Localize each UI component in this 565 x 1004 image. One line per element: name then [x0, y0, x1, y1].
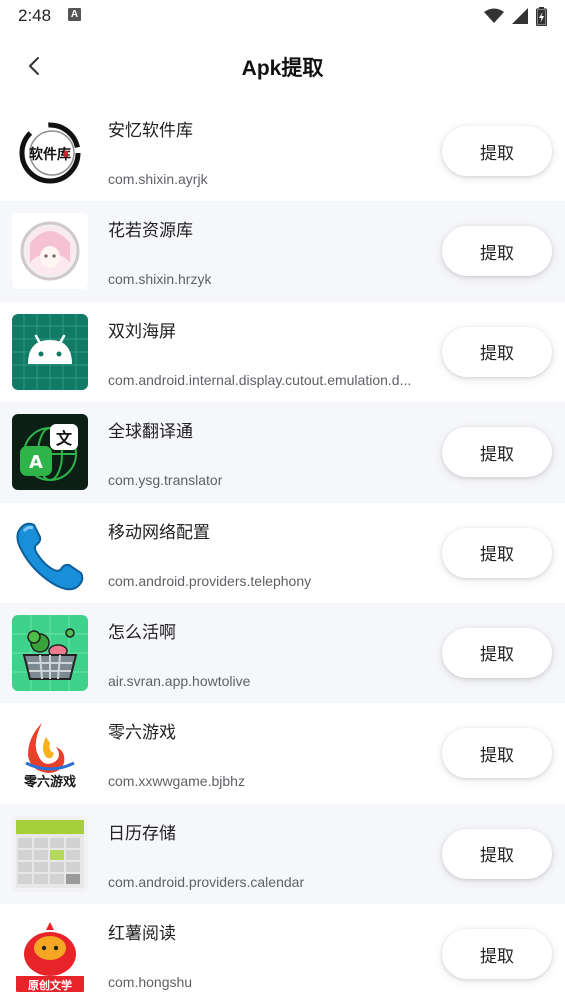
wifi-icon	[484, 8, 504, 23]
app-name: 全球翻译通	[108, 422, 193, 442]
extract-button[interactable]: 提取	[442, 326, 552, 377]
extract-button[interactable]: 提取	[442, 929, 552, 980]
app-name: 红薯阅读	[108, 924, 176, 944]
app-package: com.android.providers.telephony	[108, 572, 312, 589]
app-name: 双刘海屏	[108, 321, 176, 341]
app-list: 软件库 安忆软件库 com.shixin.ayrjk 提取 花若资源库 com.…	[0, 101, 565, 1004]
app-icon-text: 原创文学	[28, 978, 72, 992]
app-icon-translator: 文 A	[12, 414, 88, 491]
list-item: 文 A 全球翻译通 com.ysg.translator 提取	[0, 402, 565, 503]
extract-button[interactable]: 提取	[442, 427, 552, 478]
app-package: com.android.providers.calendar	[108, 873, 305, 890]
extract-button[interactable]: 提取	[442, 527, 552, 578]
app-icon-telephony	[12, 514, 88, 591]
list-item: 双刘海屏 com.android.internal.display.cutout…	[0, 302, 565, 402]
list-item: 软件库 安忆软件库 com.shixin.ayrjk 提取	[0, 101, 565, 201]
app-package: com.xxwwgame.bjbhz	[108, 773, 245, 790]
app-icon-text: A	[29, 452, 43, 473]
accessibility-indicator-icon: A	[68, 8, 81, 21]
app-icon-hongshu: 原创文学	[12, 916, 88, 993]
app-name: 零六游戏	[108, 723, 176, 743]
app-package: com.hongshu	[108, 974, 193, 991]
extract-button[interactable]: 提取	[442, 627, 552, 678]
signal-icon	[512, 8, 528, 24]
app-icon-android	[12, 313, 88, 390]
app-icon-hrzyk	[12, 213, 88, 290]
app-package: com.shixin.ayrjk	[108, 171, 208, 187]
header: Apk提取	[0, 38, 565, 94]
app-name: 安忆软件库	[108, 121, 193, 140]
extract-button[interactable]: 提取	[442, 828, 552, 879]
app-icon-ayrjk: 软件库	[12, 113, 88, 189]
list-item: 原创文学 红薯阅读 com.hongshu 提取	[0, 904, 565, 1004]
app-name: 移动网络配置	[108, 522, 210, 542]
list-item: 日历存储 com.android.providers.calendar 提取	[0, 803, 565, 905]
app-package: com.ysg.translator	[108, 472, 223, 489]
app-icon-howtolive	[12, 614, 88, 691]
app-name: 日历存储	[108, 823, 176, 843]
app-icon-calendar	[12, 815, 88, 892]
extract-button[interactable]: 提取	[442, 226, 552, 277]
list-item: 移动网络配置 com.android.providers.telephony 提…	[0, 503, 565, 603]
app-package: com.android.internal.display.cutout.emul…	[108, 371, 412, 388]
app-icon-text: 文	[56, 429, 73, 448]
app-name: 花若资源库	[108, 221, 193, 241]
list-item: 花若资源库 com.shixin.hrzyk 提取	[0, 201, 565, 302]
app-name: 怎么活啊	[108, 622, 176, 642]
list-item: 怎么活啊 air.svran.app.howtolive 提取	[0, 602, 565, 704]
app-package: com.shixin.hrzyk	[108, 271, 212, 288]
app-icon-game: 零六游戏	[12, 715, 88, 792]
app-icon-text: 零六游戏	[23, 774, 76, 790]
status-icons	[484, 6, 547, 26]
status-bar: 2:48 A	[0, 0, 565, 32]
app-package: air.svran.app.howtolive	[108, 672, 251, 689]
extract-button[interactable]: 提取	[442, 728, 552, 779]
list-item: 零六游戏 零六游戏 com.xxwwgame.bjbhz 提取	[0, 703, 565, 803]
extract-button[interactable]: 提取	[442, 126, 552, 176]
status-time: 2:48	[18, 6, 52, 25]
page-title: Apk提取	[241, 57, 324, 80]
battery-charging-icon	[536, 6, 547, 26]
